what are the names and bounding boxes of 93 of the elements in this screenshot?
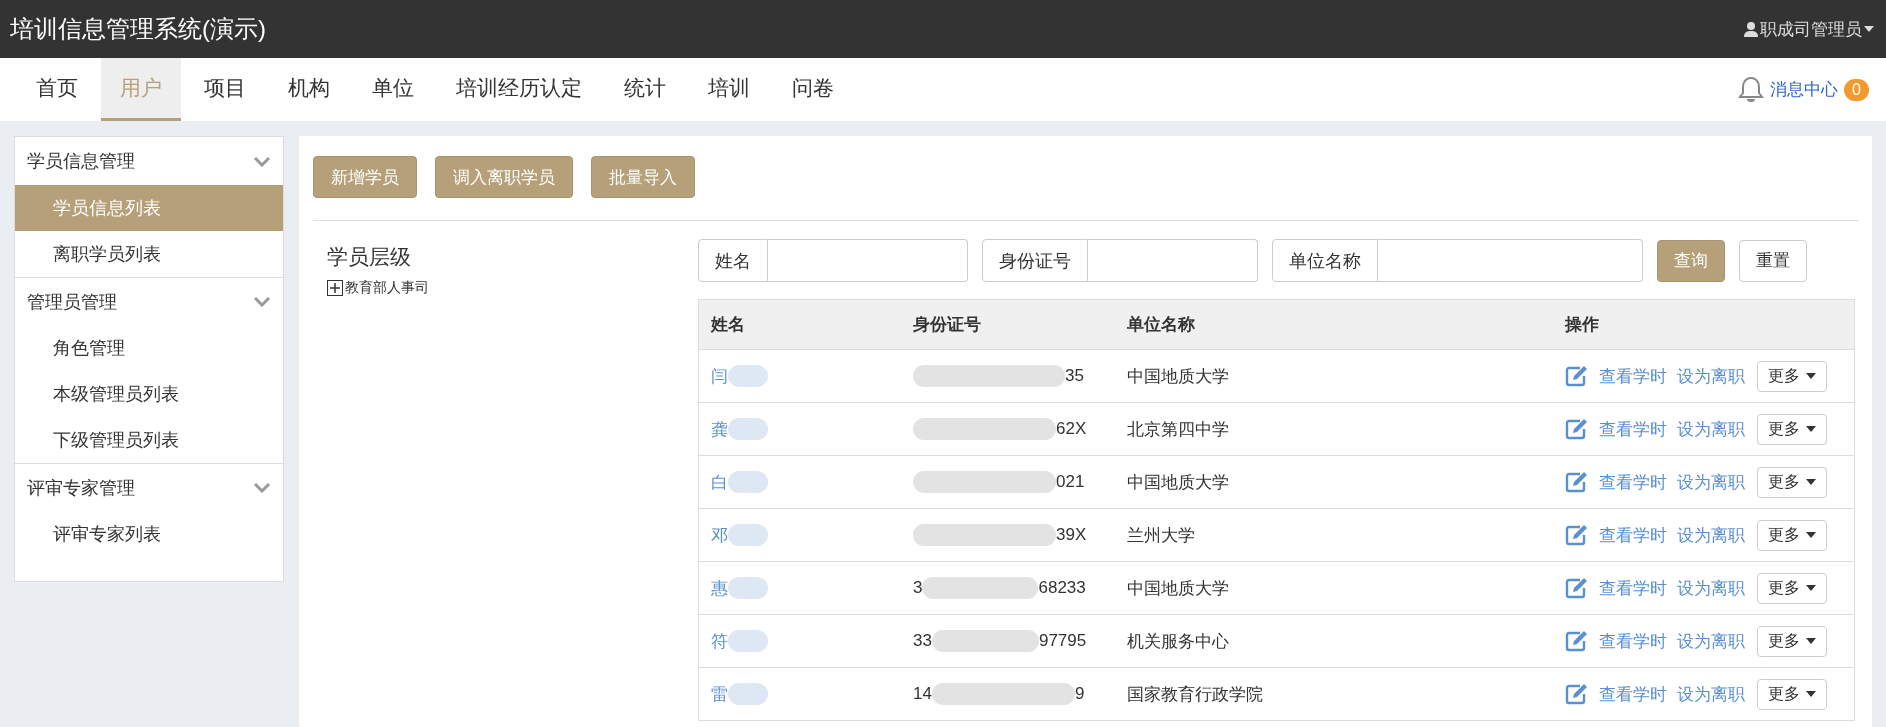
name-link[interactable]: 惠 — [711, 576, 728, 600]
chevron-down-icon — [253, 155, 271, 167]
table-cell-text: 中国地质大学 — [1126, 577, 1230, 600]
set-leave-link[interactable]: 设为离职 — [1677, 523, 1745, 547]
user-icon — [1744, 21, 1758, 37]
name-link[interactable]: 雷 — [711, 682, 728, 706]
redaction-mask — [728, 683, 768, 705]
id-text: 35 — [1065, 366, 1084, 386]
id-text: 33 — [913, 631, 932, 651]
search-input[interactable] — [1378, 239, 1643, 282]
table-cell-text: 国家教育行政学院 — [1126, 683, 1264, 706]
more-dropdown[interactable]: 更多 — [1757, 572, 1827, 604]
edit-icon — [1565, 630, 1589, 652]
redaction-mask — [728, 524, 768, 546]
tree-node[interactable]: 教育部人事司 — [345, 279, 429, 297]
more-dropdown[interactable]: 更多 — [1757, 678, 1827, 710]
view-hours-link[interactable]: 查看学时 — [1599, 523, 1667, 547]
field-label: 单位名称 — [1272, 239, 1378, 282]
caret-icon — [1864, 26, 1874, 32]
table-cell-text: 中国地质大学 — [1126, 471, 1230, 494]
column-header: 操作 — [1563, 314, 1600, 336]
view-hours-link[interactable]: 查看学时 — [1599, 629, 1667, 653]
redaction-mask — [728, 471, 768, 493]
caret-icon — [1806, 373, 1816, 379]
id-text: 39X — [1056, 525, 1087, 545]
sidebar-group-title[interactable]: 评审专家管理 — [27, 475, 135, 500]
sidebar-group-title[interactable]: 学员信息管理 — [27, 149, 135, 173]
name-link[interactable]: 邓 — [711, 523, 728, 547]
search-input[interactable] — [1088, 239, 1258, 282]
name-link[interactable]: 闫 — [711, 364, 728, 388]
view-hours-link[interactable]: 查看学时 — [1599, 364, 1667, 388]
id-text: 9 — [1074, 684, 1085, 704]
set-leave-link[interactable]: 设为离职 — [1677, 417, 1745, 441]
caret-icon — [1806, 638, 1816, 644]
set-leave-link[interactable]: 设为离职 — [1677, 576, 1745, 600]
id-text: 68233 — [1038, 578, 1086, 598]
name-link[interactable]: 白 — [711, 470, 728, 494]
caret-icon — [1806, 479, 1816, 485]
field-label: 姓名 — [698, 239, 768, 282]
view-hours-link[interactable]: 查看学时 — [1599, 470, 1667, 494]
set-leave-link[interactable]: 设为离职 — [1677, 470, 1745, 494]
caret-icon — [1806, 691, 1816, 697]
view-hours-link[interactable]: 查看学时 — [1599, 682, 1667, 706]
table-cell-text: 北京第四中学 — [1126, 418, 1230, 441]
redaction-mask — [728, 630, 768, 652]
field-label: 身份证号 — [982, 239, 1088, 282]
id-text: 97795 — [1038, 631, 1087, 651]
column-header: 姓名 — [709, 314, 746, 336]
edit-icon — [1565, 471, 1589, 493]
bell-icon — [1738, 75, 1765, 104]
more-dropdown[interactable]: 更多 — [1757, 519, 1827, 551]
name-link[interactable]: 符 — [711, 629, 728, 653]
id-text: 62X — [1056, 419, 1087, 439]
caret-icon — [1806, 426, 1816, 432]
chevron-down-icon — [253, 296, 271, 307]
edit-icon — [1565, 683, 1589, 705]
redaction-mask — [728, 577, 768, 599]
search-input[interactable] — [768, 239, 968, 282]
set-leave-link[interactable]: 设为离职 — [1677, 629, 1745, 653]
more-dropdown[interactable]: 更多 — [1757, 625, 1827, 657]
set-leave-link[interactable]: 设为离职 — [1677, 364, 1745, 388]
name-link[interactable]: 龚 — [711, 417, 728, 441]
column-header: 单位名称 — [1126, 314, 1196, 336]
table-cell-text: 机关服务中心 — [1126, 630, 1230, 653]
id-text: 14 — [913, 684, 932, 704]
view-hours-link[interactable]: 查看学时 — [1599, 576, 1667, 600]
view-hours-link[interactable]: 查看学时 — [1599, 417, 1667, 441]
id-text: 021 — [1056, 472, 1085, 492]
count-badge: 0 — [1844, 78, 1869, 101]
message-center-link[interactable]: 消息中心 0 — [1738, 58, 1869, 121]
edit-icon — [1565, 418, 1589, 440]
more-dropdown[interactable]: 更多 — [1757, 360, 1827, 392]
set-leave-link[interactable]: 设为离职 — [1677, 682, 1745, 706]
user-menu[interactable]: 职成司管理员 — [1744, 17, 1874, 41]
more-dropdown[interactable]: 更多 — [1757, 466, 1827, 498]
more-dropdown[interactable]: 更多 — [1757, 413, 1827, 445]
tree-title: 学员层级 — [327, 244, 412, 270]
edit-icon — [1565, 365, 1589, 387]
column-header: 身份证号 — [912, 314, 982, 336]
table-cell-text: 中国地质大学 — [1126, 365, 1230, 388]
edit-icon — [1565, 524, 1589, 546]
sidebar-group-title[interactable]: 管理员管理 — [27, 289, 117, 314]
app-title: 培训信息管理系统(演示) — [10, 14, 266, 44]
edit-icon — [1565, 577, 1589, 599]
redaction-mask — [728, 365, 768, 387]
table-cell-text: 兰州大学 — [1126, 524, 1196, 547]
expand-icon[interactable] — [327, 280, 343, 296]
id-text: 3 — [913, 578, 923, 598]
caret-icon — [1806, 532, 1816, 538]
redaction-mask — [728, 418, 768, 440]
chevron-down-icon — [253, 482, 271, 493]
caret-icon — [1806, 585, 1816, 591]
reset-button[interactable]: 重置 — [1739, 239, 1807, 282]
